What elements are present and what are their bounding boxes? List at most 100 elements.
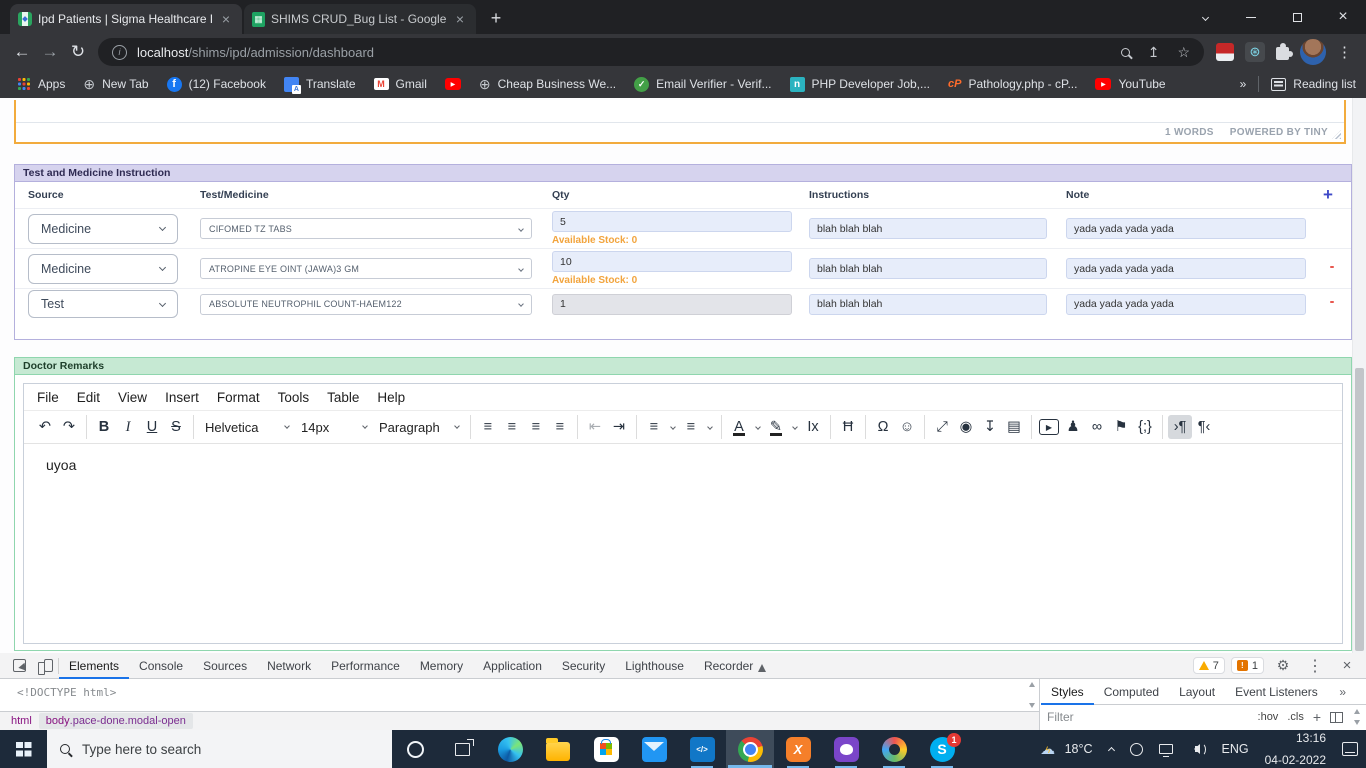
- taskbar-app-navicat[interactable]: [870, 730, 918, 768]
- add-row-button[interactable]: +: [1313, 185, 1343, 205]
- bookmark-item[interactable]: [437, 75, 469, 93]
- taskbar-app-explorer[interactable]: [534, 730, 582, 768]
- rtl-icon[interactable]: ¶‹: [1192, 415, 1216, 439]
- doctype-line[interactable]: <!DOCTYPE html>: [0, 679, 1039, 699]
- taskbar-search[interactable]: [47, 730, 392, 768]
- taskbar-app-xampp[interactable]: [774, 730, 822, 768]
- toggle-classes[interactable]: .cls: [1287, 711, 1304, 723]
- bookmark-item[interactable]: Apps: [10, 74, 73, 94]
- close-tab-icon[interactable]: ×: [452, 11, 468, 27]
- taskbar-app-github[interactable]: [822, 730, 870, 768]
- test-medicine-select[interactable]: ATROPINE EYE OINT (JAWA)3 GM: [200, 258, 532, 279]
- cortana-button[interactable]: [392, 730, 439, 768]
- test-medicine-select[interactable]: CIFOMED TZ TABS: [200, 218, 532, 239]
- devtools-close-icon[interactable]: ×: [1334, 657, 1360, 674]
- devtools-tab-recorder[interactable]: Recorder: [694, 653, 776, 679]
- instructions-input[interactable]: [809, 218, 1047, 239]
- reading-list-button[interactable]: Reading list: [1271, 77, 1356, 91]
- devtools-tab-network[interactable]: Network: [257, 653, 321, 679]
- align-justify-icon[interactable]: ≡: [548, 415, 572, 439]
- font-family-select[interactable]: Helvetica: [199, 415, 295, 439]
- bookmark-item[interactable]: PHP Developer Job,...: [782, 74, 939, 95]
- forward-icon[interactable]: →: [36, 37, 64, 67]
- close-window-button[interactable]: ×: [1320, 0, 1366, 34]
- link-icon[interactable]: ∞: [1085, 415, 1109, 439]
- pane-scrollbar[interactable]: [1026, 682, 1037, 708]
- note-input[interactable]: [1066, 258, 1306, 279]
- taskbar-app-store[interactable]: [582, 730, 630, 768]
- outdent-icon[interactable]: ⇤: [583, 415, 607, 439]
- element-state-icon[interactable]: [1330, 712, 1343, 723]
- preview-icon[interactable]: ◉: [954, 415, 978, 439]
- devtools-tab-sources[interactable]: Sources: [193, 653, 257, 679]
- elements-tree-pane[interactable]: <!DOCTYPE html> htmlbody.pace-done.modal…: [0, 679, 1040, 730]
- instructions-input[interactable]: [809, 258, 1047, 279]
- menu-tools[interactable]: Tools: [269, 386, 319, 409]
- undo-icon[interactable]: ↶: [33, 415, 57, 439]
- taskbar-app-edge[interactable]: [486, 730, 534, 768]
- devtools-tab-security[interactable]: Security: [552, 653, 615, 679]
- underline-icon[interactable]: U: [140, 415, 164, 439]
- taskbar-app-mail[interactable]: [630, 730, 678, 768]
- weather-widget[interactable]: 18°C: [1030, 730, 1101, 768]
- sidebar-scrollbar[interactable]: [1354, 709, 1360, 725]
- resize-handle-icon[interactable]: [1332, 130, 1341, 139]
- horizontal-rule-icon[interactable]: Ħ: [836, 415, 860, 439]
- font-size-select[interactable]: 14px: [295, 415, 373, 439]
- print-icon[interactable]: ▤: [1002, 415, 1026, 439]
- test-medicine-select[interactable]: ABSOLUTE NEUTROPHIL COUNT-HAEM122: [200, 294, 532, 315]
- align-left-icon[interactable]: ≡: [476, 415, 500, 439]
- sidebar-tab-layout[interactable]: Layout: [1169, 679, 1225, 705]
- chevron-down-icon[interactable]: [666, 415, 679, 439]
- align-center-icon[interactable]: ≡: [500, 415, 524, 439]
- source-select[interactable]: Medicine: [28, 214, 178, 244]
- new-tab-button[interactable]: +: [484, 8, 508, 29]
- menu-help[interactable]: Help: [368, 386, 414, 409]
- editor-content[interactable]: uyoa: [24, 444, 1342, 486]
- redo-icon[interactable]: ↷: [57, 415, 81, 439]
- bookmark-item[interactable]: Translate: [276, 74, 364, 95]
- maximize-button[interactable]: [1274, 0, 1320, 34]
- taskbar-app-vscode[interactable]: [678, 730, 726, 768]
- bookmark-item[interactable]: YouTube: [1087, 74, 1173, 94]
- breadcrumb-item[interactable]: body.pace-done.modal-open: [39, 713, 193, 729]
- tray-app-button[interactable]: [1122, 730, 1151, 768]
- tab-search-icon[interactable]: [1182, 0, 1228, 34]
- browser-menu-icon[interactable]: ⋮: [1337, 43, 1352, 61]
- warnings-badge[interactable]: 7: [1193, 657, 1225, 674]
- strikethrough-icon[interactable]: S: [164, 415, 188, 439]
- menu-table[interactable]: Table: [318, 386, 368, 409]
- profile-avatar[interactable]: [1300, 39, 1326, 65]
- minimize-button[interactable]: [1228, 0, 1274, 34]
- menu-format[interactable]: Format: [208, 386, 269, 409]
- media-icon[interactable]: ▶: [1039, 419, 1059, 435]
- browser-tab-ipd-patients[interactable]: Ipd Patients | Sigma Healthcare P ×: [10, 4, 242, 34]
- inspect-element-icon[interactable]: [6, 653, 32, 678]
- bold-icon[interactable]: B: [92, 415, 116, 439]
- back-icon[interactable]: ←: [8, 37, 36, 67]
- bookmark-item[interactable]: Email Verifier - Verif...: [626, 74, 779, 95]
- numbered-list-icon[interactable]: ≡: [642, 415, 666, 439]
- bookmark-item[interactable]: Pathology.php - cP...: [940, 74, 1085, 94]
- clear-formatting-icon[interactable]: Ix: [801, 415, 825, 439]
- devtools-menu-icon[interactable]: ⋮: [1302, 656, 1328, 676]
- page-scrollbar[interactable]: [1352, 98, 1366, 653]
- share-icon[interactable]: ↥: [1148, 44, 1160, 61]
- close-tab-icon[interactable]: ×: [218, 11, 234, 27]
- emoticons-icon[interactable]: ☺: [895, 415, 919, 439]
- bookmark-item[interactable]: New Tab: [75, 73, 156, 96]
- instructions-input[interactable]: [809, 294, 1047, 315]
- chevron-down-icon[interactable]: [751, 415, 764, 439]
- clock-widget[interactable]: 13:16 04-02-2022: [1257, 730, 1334, 768]
- react-devtools-extension-icon[interactable]: [1245, 42, 1265, 62]
- devtools-tab-lighthouse[interactable]: Lighthouse: [615, 653, 694, 679]
- language-button[interactable]: ENG: [1214, 730, 1257, 768]
- devtools-settings-icon[interactable]: ⚙: [1270, 657, 1296, 674]
- reload-icon[interactable]: ↻: [64, 37, 92, 67]
- tray-overflow-button[interactable]: [1101, 730, 1122, 768]
- fullscreen-icon[interactable]: ⤢: [930, 415, 954, 439]
- sidebar-tab-styles[interactable]: Styles: [1041, 679, 1094, 705]
- taskbar-app-skype[interactable]: 1: [918, 730, 966, 768]
- task-view-button[interactable]: [439, 730, 486, 768]
- qty-input[interactable]: [552, 211, 792, 232]
